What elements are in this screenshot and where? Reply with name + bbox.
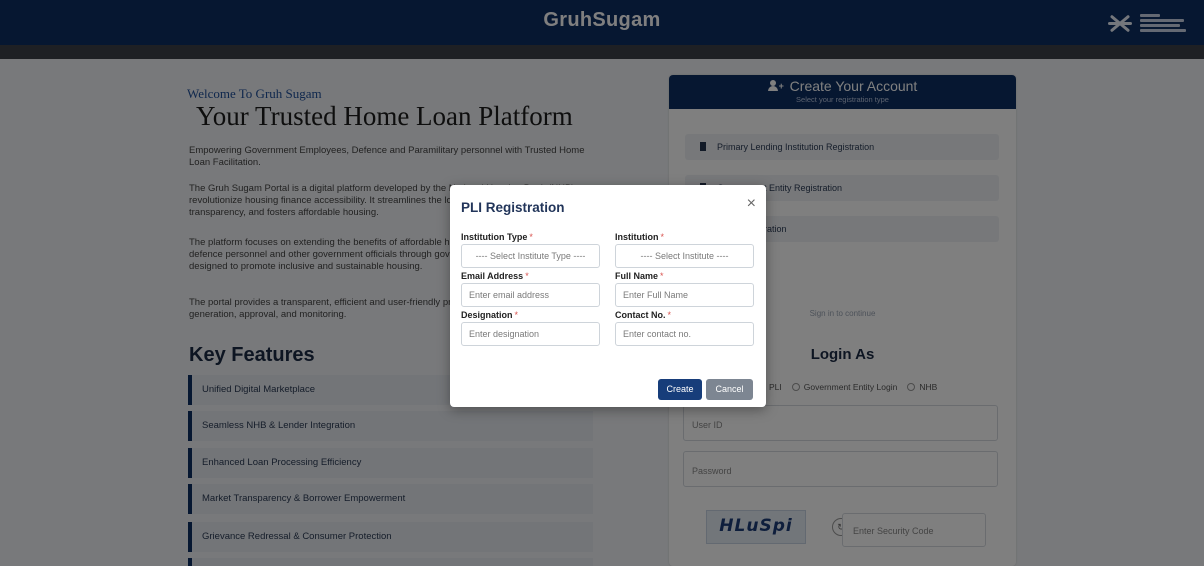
cancel-button[interactable]: Cancel — [706, 379, 753, 400]
close-icon[interactable]: × — [747, 196, 756, 212]
pli-registration-modal: PLI Registration × Institution Type * ---… — [450, 185, 766, 407]
contact-field[interactable]: Enter contact no. — [615, 322, 754, 346]
contact-label: Contact No. * — [615, 310, 672, 320]
institution-select[interactable]: ---- Select Institute ---- — [615, 244, 754, 268]
email-label: Email Address * — [461, 271, 529, 281]
create-button[interactable]: Create — [658, 379, 702, 400]
institution-type-select[interactable]: ---- Select Institute Type ---- — [461, 244, 600, 268]
designation-label: Designation * — [461, 310, 519, 320]
institution-label: Institution * — [615, 232, 665, 242]
email-field[interactable]: Enter email address — [461, 283, 600, 307]
full-name-field[interactable]: Enter Full Name — [615, 283, 754, 307]
institution-type-label: Institution Type * — [461, 232, 533, 242]
modal-title: PLI Registration — [461, 200, 565, 215]
designation-field[interactable]: Enter designation — [461, 322, 600, 346]
full-name-label: Full Name * — [615, 271, 664, 281]
